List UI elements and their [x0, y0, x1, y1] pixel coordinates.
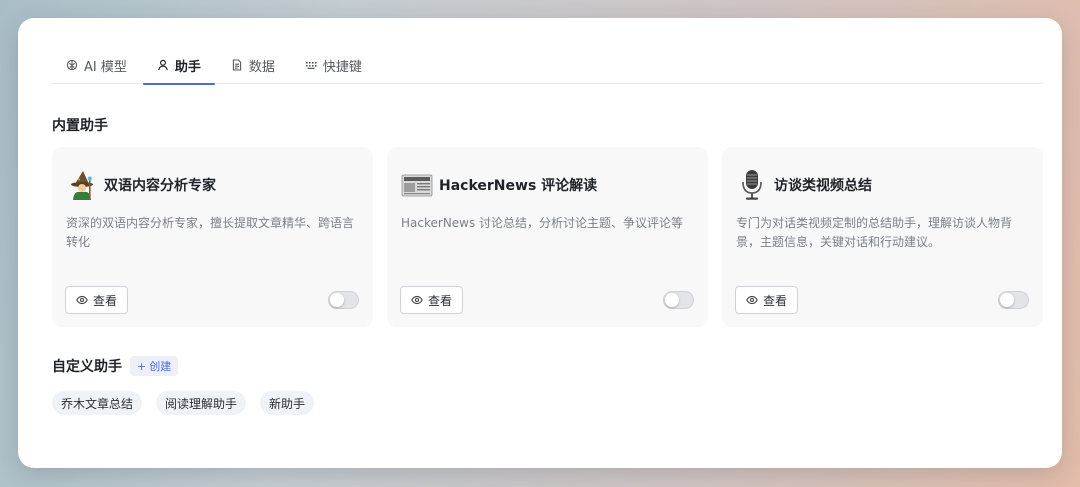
eye-icon: [76, 295, 88, 305]
view-button-label: 查看: [93, 293, 118, 308]
builtin-assistant-list: 双语内容分析专家 资深的双语内容分析专家，擅长提取文章精华、跨语言转化 查看 H…: [52, 147, 1043, 327]
assistant-card-bilingual: 双语内容分析专家 资深的双语内容分析专家，擅长提取文章精华、跨语言转化 查看: [52, 147, 373, 327]
tab-label: AI 模型: [84, 59, 127, 75]
assistant-card-title: 双语内容分析专家: [104, 178, 216, 194]
user-icon: [157, 59, 169, 71]
tab-assistant[interactable]: 助手: [142, 46, 215, 85]
newspaper-icon: [401, 169, 433, 201]
custom-section-title: 自定义助手: [52, 359, 122, 375]
enable-toggle[interactable]: [998, 291, 1029, 309]
microphone-icon: [736, 169, 768, 201]
keyboard-icon: [305, 59, 317, 71]
custom-assistant-list: 乔木文章总结 阅读理解助手 新助手: [52, 391, 315, 415]
wizard-icon: [66, 169, 98, 201]
custom-assistant-chip[interactable]: 阅读理解助手: [156, 391, 247, 415]
custom-assistant-chip[interactable]: 新助手: [260, 391, 315, 415]
document-icon: [231, 59, 243, 71]
assistant-card-title: HackerNews 评论解读: [439, 178, 598, 194]
tab-label: 数据: [248, 59, 275, 75]
assistant-card-description: 资深的双语内容分析专家，擅长提取文章精华、跨语言转化: [66, 216, 355, 249]
view-button[interactable]: 查看: [400, 286, 464, 314]
custom-section-header: 自定义助手 + 创建: [52, 356, 179, 376]
assistant-card-hackernews: HackerNews 评论解读 HackerNews 讨论总结，分析讨论主题、争…: [387, 147, 708, 327]
tab-label: 快捷键: [322, 59, 362, 75]
view-button[interactable]: 查看: [65, 286, 129, 314]
enable-toggle[interactable]: [328, 291, 359, 309]
tab-ai-model[interactable]: AI 模型: [52, 46, 141, 84]
assistant-card-description: 专门为对话类视频定制的总结助手，理解访谈人物背景，主题信息，关键对话和行动建议。: [736, 216, 1013, 249]
plus-icon: +: [137, 359, 147, 373]
create-assistant-button[interactable]: + 创建: [130, 356, 179, 376]
assistant-card-description: HackerNews 讨论总结，分析讨论主题、争议评论等: [401, 216, 684, 230]
builtin-section-title: 内置助手: [52, 118, 108, 134]
view-button[interactable]: 查看: [735, 286, 799, 314]
create-button-label: 创建: [149, 360, 172, 373]
tab-shortcuts[interactable]: 快捷键: [291, 46, 376, 84]
tab-bar: AI 模型 助手 数据 快捷键: [52, 46, 1042, 85]
view-button-label: 查看: [428, 293, 453, 308]
assistant-card-title: 访谈类视频总结: [774, 178, 872, 194]
eye-icon: [746, 295, 758, 305]
brain-icon: [66, 59, 78, 71]
settings-panel: AI 模型 助手 数据 快捷键 内置助手 双语内容分析专家 资深的双语内容分析专…: [18, 18, 1062, 468]
custom-assistant-chip[interactable]: 乔木文章总结: [52, 391, 143, 415]
view-button-label: 查看: [763, 293, 788, 308]
enable-toggle[interactable]: [663, 291, 694, 309]
tab-data[interactable]: 数据: [217, 46, 289, 84]
eye-icon: [411, 295, 423, 305]
assistant-card-interview: 访谈类视频总结 专门为对话类视频定制的总结助手，理解访谈人物背景，主题信息，关键…: [722, 147, 1043, 327]
tab-label: 助手: [174, 59, 201, 75]
